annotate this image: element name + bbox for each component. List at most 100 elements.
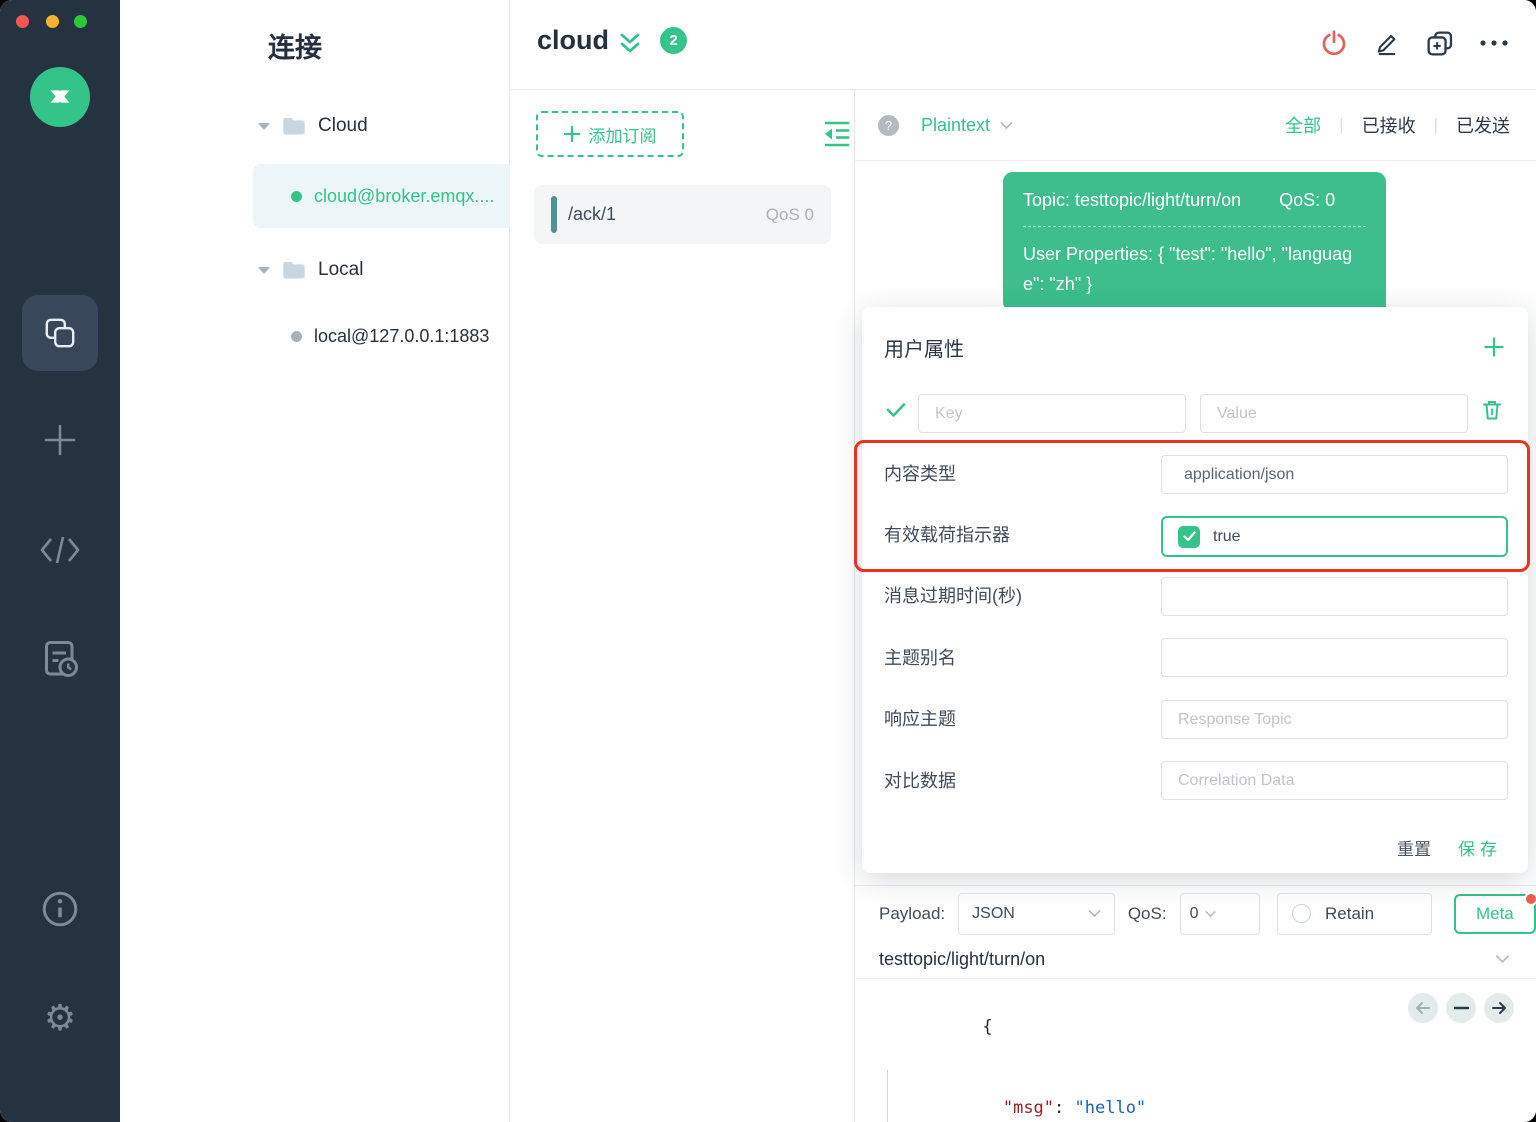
publish-topic-input[interactable]: testtopic/light/turn/on	[879, 949, 1045, 970]
retain-label: Retain	[1324, 903, 1375, 923]
filter-published-tab[interactable]: 已发送	[1456, 112, 1510, 138]
connection-label: cloud@broker.emqx....	[314, 185, 495, 206]
new-window-button[interactable]	[1425, 29, 1454, 58]
message-toolbar: ? Plaintext 全部 | 已接收 | 已发送	[855, 90, 1536, 161]
message-expiry-label: 消息过期时间(秒)	[884, 586, 1022, 606]
plus-icon	[563, 126, 580, 142]
disconnect-power-button[interactable]	[1319, 28, 1349, 58]
connection-header: cloud 2	[510, 0, 1536, 90]
history-next-button[interactable]	[1484, 993, 1514, 1023]
caret-down-icon[interactable]	[258, 266, 270, 274]
connected-status-dot	[291, 190, 302, 202]
nav-connections-active[interactable]	[22, 295, 98, 371]
meta-button-label: Meta	[1475, 903, 1514, 923]
qos-value: 0	[1189, 904, 1199, 922]
collapse-messages-button[interactable]	[616, 30, 644, 63]
disconnected-status-dot	[291, 330, 302, 342]
mqttx-logo	[30, 67, 90, 127]
tab-divider: |	[1433, 115, 1438, 134]
topic-alias-label: 主题别名	[884, 648, 956, 668]
subscription-qos: QoS 0	[765, 204, 814, 224]
subscription-topic: /ack/1	[568, 204, 617, 224]
help-glyph: ?	[884, 117, 893, 133]
qos-label: QoS:	[1127, 903, 1167, 923]
window-minimize-button[interactable]	[46, 15, 59, 28]
payload-indicator-value: true	[1213, 527, 1241, 545]
topic-alias-input[interactable]	[1161, 638, 1508, 677]
double-chevron-down-icon	[620, 33, 640, 53]
subscription-item[interactable]: /ack/1 QoS 0	[534, 185, 831, 244]
history-nav-buttons	[1408, 993, 1514, 1023]
payload-editor[interactable]: { "msg": "hello" }	[855, 980, 1536, 1122]
chevron-down-icon[interactable]	[1495, 951, 1510, 969]
edit-connection-button[interactable]	[1373, 29, 1401, 57]
qos-select[interactable]: 0	[1179, 892, 1260, 935]
history-prev-button[interactable]	[1408, 993, 1438, 1023]
add-subscription-button[interactable]: 添加订阅	[536, 111, 684, 157]
mqttx-logo-icon	[50, 90, 70, 103]
message-expiry-input[interactable]	[1161, 577, 1508, 616]
editor-line: "msg": "hello"	[855, 1068, 1536, 1122]
left-rail: ⚙	[0, 0, 120, 1122]
save-button[interactable]: 保存	[1458, 835, 1502, 860]
connection-title: cloud	[537, 25, 609, 55]
window-zoom-button[interactable]	[74, 15, 87, 28]
filter-all-tab[interactable]: 全部	[1285, 112, 1321, 138]
filter-received-tab[interactable]: 已接收	[1362, 112, 1416, 138]
chevron-down-icon	[1205, 910, 1217, 917]
header-actions	[1319, 28, 1510, 58]
tab-divider: |	[1339, 115, 1344, 134]
payload-indicator-field[interactable]: true	[1161, 516, 1508, 557]
new-connection-button[interactable]	[0, 420, 120, 460]
meta-button[interactable]: Meta	[1453, 891, 1536, 934]
published-message-bubble[interactable]: Topic: testtopic/light/turn/on QoS: 0 Us…	[1003, 172, 1386, 312]
group-name: Local	[318, 259, 364, 280]
response-topic-input[interactable]	[1161, 700, 1508, 739]
about-button[interactable]	[0, 888, 120, 930]
publish-bar: Payload: JSON QoS: 0 Retain Meta testtop…	[855, 885, 1536, 1122]
reset-button[interactable]: 重置	[1397, 835, 1431, 860]
format-value: Plaintext	[921, 114, 991, 135]
payload-format-selector[interactable]: Plaintext	[921, 115, 1013, 136]
window-close-button[interactable]	[16, 15, 29, 28]
connections-title: 连接	[268, 33, 322, 63]
connections-icon	[45, 318, 75, 348]
settings-button[interactable]: ⚙	[0, 998, 120, 1038]
chevron-down-icon	[1088, 909, 1101, 918]
payload-format-value: JSON	[972, 904, 1015, 922]
property-key-input[interactable]	[918, 394, 1186, 433]
unread-count-badge: 2	[660, 27, 687, 54]
payload-indicator-checkbox[interactable]	[1178, 525, 1200, 548]
code-icon	[40, 536, 80, 564]
add-property-button[interactable]	[1484, 337, 1504, 362]
correlation-data-input[interactable]	[1161, 761, 1508, 800]
info-icon	[42, 891, 78, 927]
delete-property-button[interactable]	[1482, 399, 1502, 426]
connection-label: local@127.0.0.1:1883	[314, 325, 490, 346]
check-icon	[1182, 531, 1196, 542]
caret-down-icon[interactable]	[258, 122, 270, 130]
property-confirm-button[interactable]	[886, 402, 906, 423]
retain-toggle[interactable]: Retain	[1276, 892, 1432, 935]
arrow-left-icon	[1416, 1002, 1430, 1014]
message-qos: QoS: 0	[1279, 190, 1336, 210]
collapse-panel-button[interactable]	[820, 112, 854, 156]
brace-open: {	[982, 1017, 993, 1037]
subscriptions-panel: 添加订阅 /ack/1 QoS 0	[510, 90, 855, 1122]
minus-icon	[1453, 1006, 1469, 1010]
meta-properties-panel: 用户属性 内容类型 有效载荷指示器	[862, 307, 1528, 873]
clear-history-button[interactable]	[1446, 993, 1476, 1023]
content-type-input[interactable]	[1161, 455, 1508, 494]
help-icon[interactable]: ?	[878, 114, 899, 136]
publish-controls: Payload: JSON QoS: 0 Retain Meta	[855, 886, 1536, 941]
nav-log-button[interactable]	[0, 638, 120, 680]
more-options-button[interactable]	[1478, 38, 1510, 48]
payload-format-select[interactable]: JSON	[958, 892, 1115, 935]
publish-topic-row[interactable]: testtopic/light/turn/on	[855, 941, 1536, 979]
nav-script-button[interactable]	[0, 533, 120, 567]
content-type-label: 内容类型	[884, 464, 956, 484]
property-value-input[interactable]	[1200, 394, 1468, 433]
chevron-down-icon	[1000, 121, 1013, 129]
retain-radio[interactable]	[1291, 904, 1311, 923]
